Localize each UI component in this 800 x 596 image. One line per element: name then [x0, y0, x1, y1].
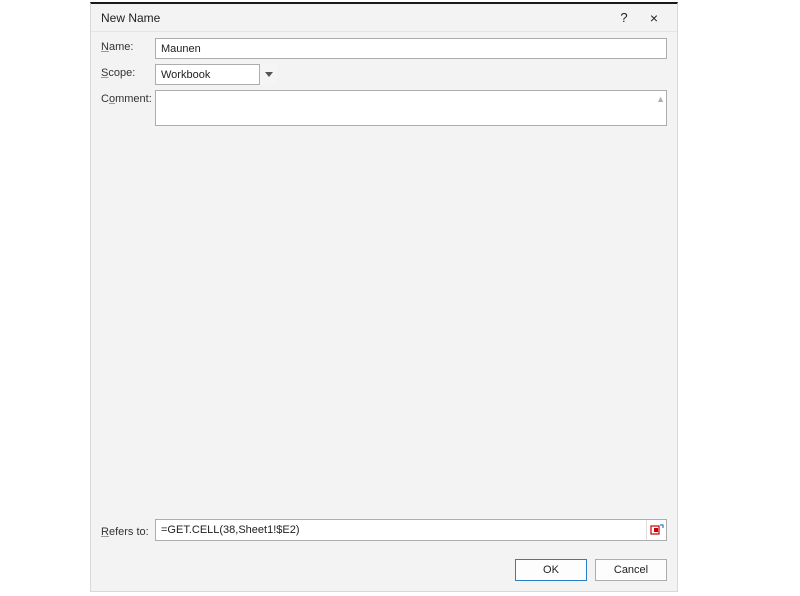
name-input[interactable] — [155, 38, 667, 59]
scroll-up-icon: ▲ — [656, 94, 665, 104]
name-label: Name: — [101, 38, 155, 53]
refersto-input[interactable] — [155, 519, 667, 541]
refersto-label: Refers to: — [101, 523, 155, 538]
scope-value: Workbook — [161, 69, 210, 81]
scope-select[interactable]: Workbook — [155, 64, 277, 85]
new-name-dialog: New Name ? × Name: Scope: Workbook — [90, 2, 678, 592]
refersto-row: Refers to: — [101, 519, 667, 541]
name-row: Name: — [101, 38, 667, 59]
dialog-buttons: OK Cancel — [91, 551, 677, 591]
scope-row: Scope: Workbook — [101, 64, 667, 85]
help-icon[interactable]: ? — [609, 6, 639, 30]
chevron-down-icon[interactable] — [259, 64, 277, 85]
comment-label: Comment: — [101, 90, 155, 105]
comment-textarea[interactable] — [155, 90, 667, 126]
comment-row: Comment: ▲ — [101, 90, 667, 508]
dialog-content: Name: Scope: Workbook — [91, 32, 677, 551]
dialog-title: New Name — [101, 11, 609, 25]
collapse-dialog-icon[interactable] — [646, 520, 666, 540]
titlebar: New Name ? × — [91, 4, 677, 32]
close-icon[interactable]: × — [639, 6, 669, 30]
cancel-button[interactable]: Cancel — [595, 559, 667, 581]
ok-button[interactable]: OK — [515, 559, 587, 581]
scope-label: Scope: — [101, 64, 155, 79]
